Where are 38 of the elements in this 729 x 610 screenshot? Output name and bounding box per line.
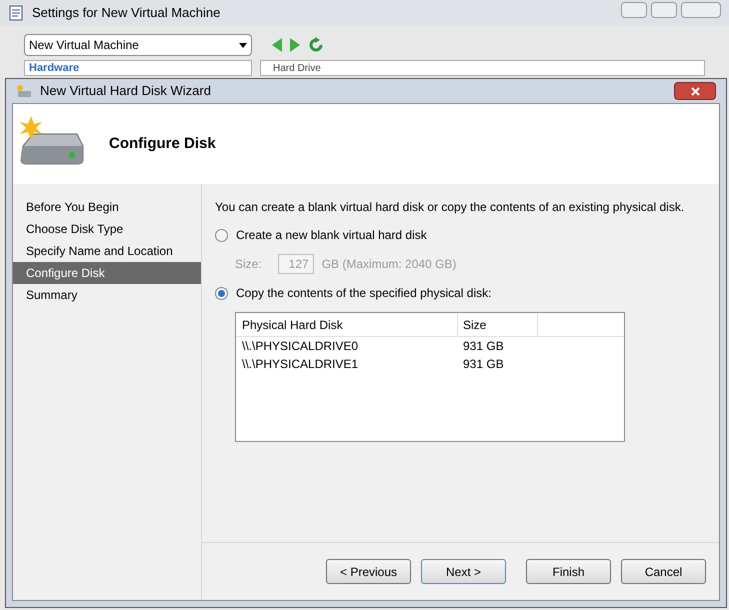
wizard-button[interactable]: Finish bbox=[526, 559, 611, 584]
wizard-step[interactable]: Configure Disk bbox=[13, 262, 201, 284]
wizard-step[interactable]: Before You Begin bbox=[13, 196, 201, 218]
forward-arrow-icon[interactable] bbox=[290, 38, 300, 52]
table-cell-text: \\.\PHYSICALDRIVE1 bbox=[241, 356, 360, 373]
wizard-step[interactable]: Specify Name and Location bbox=[13, 240, 201, 262]
size-label: Size: bbox=[235, 256, 262, 273]
minimize-button[interactable] bbox=[621, 2, 647, 18]
sidebar-heading[interactable]: Hardware bbox=[29, 62, 80, 74]
column-header[interactable]: Size bbox=[458, 313, 538, 336]
radio-button[interactable] bbox=[215, 228, 228, 242]
wizard-title: New Virtual Hard Disk Wizard bbox=[40, 82, 212, 100]
settings-icon bbox=[8, 5, 24, 21]
refresh-icon[interactable] bbox=[308, 37, 324, 53]
wizard-step[interactable]: Choose Disk Type bbox=[13, 218, 201, 240]
caret-icon bbox=[239, 42, 247, 48]
radio-label[interactable]: Create a new blank virtual hard disk bbox=[236, 226, 427, 244]
table-cell-text: 931 GB bbox=[462, 338, 505, 355]
close-button[interactable] bbox=[674, 82, 716, 100]
radio-label[interactable]: Copy the contents of the specified physical disk: bbox=[236, 284, 492, 302]
wizard-button[interactable]: < Previous bbox=[326, 559, 411, 584]
intro-text: You can create a blank virtual hard disk or copy the contents of an existing physical disk. bbox=[215, 199, 686, 216]
table-cell-text: \\.\PHYSICALDRIVE0 bbox=[241, 338, 360, 355]
wizard-icon bbox=[16, 84, 32, 98]
table-cell-text: 931 GB bbox=[462, 356, 505, 373]
machine-dropdown[interactable]: New Virtual Machine bbox=[24, 34, 252, 56]
wizard-button[interactable]: Cancel bbox=[621, 559, 706, 584]
back-arrow-icon[interactable] bbox=[272, 38, 282, 52]
close-icon bbox=[690, 86, 700, 96]
maximize-button[interactable] bbox=[651, 2, 677, 18]
detail-heading: Hard Drive bbox=[273, 62, 321, 74]
column-header[interactable]: Physical Hard Disk bbox=[236, 313, 458, 336]
page-heading: Configure Disk bbox=[109, 134, 216, 154]
window-title: Settings for New Virtual Machine bbox=[32, 4, 222, 22]
wizard-button[interactable]: Next > bbox=[421, 559, 506, 584]
size-unit: GB (Maximum: 2040 GB) bbox=[322, 256, 456, 273]
radio-button[interactable] bbox=[215, 286, 228, 300]
wizard-step[interactable]: Summary bbox=[13, 284, 201, 306]
